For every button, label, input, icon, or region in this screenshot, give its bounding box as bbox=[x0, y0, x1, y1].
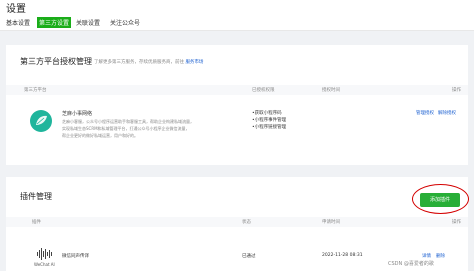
manage-auth-link[interactable]: 管理授权 bbox=[416, 110, 434, 116]
plugin-detail-link[interactable]: 详情 bbox=[422, 253, 431, 259]
auth-col-time: 授权时间 bbox=[322, 88, 340, 93]
plugin-delete-link[interactable]: 删除 bbox=[436, 253, 445, 259]
plugin-col-actions: 操作 bbox=[452, 220, 461, 225]
plugin-col-time: 申请时间 bbox=[322, 220, 340, 225]
plugin-apply-time: 2022-11-28 08:31 bbox=[322, 253, 363, 258]
permission-item: •获取小程序码 bbox=[252, 111, 282, 116]
auth-col-actions: 操作 bbox=[452, 88, 461, 93]
platform-desc-line: 实现私域生态SCRM和私域管理平台，打通公众号小程序企业微信流量， bbox=[62, 126, 190, 131]
plugin-table-header: 插件 状态 申请时间 操作 bbox=[6, 217, 468, 227]
plugin-section-title: 插件管理 bbox=[20, 192, 52, 201]
platform-desc-line: 芝麻小客服，公众号小程序运营助手和客服工具，帮助企业构建私域流量， bbox=[62, 119, 194, 124]
auth-table-header: 第三方平台 已授权权限 授权时间 操作 bbox=[6, 85, 468, 95]
auth-management-card: 第三方平台授权管理 了解更多第三方服务，存续优质服务商，前往 服务市场 第三方平… bbox=[6, 45, 468, 165]
auth-col-permissions: 已授权权限 bbox=[252, 88, 275, 93]
tab-bar: 基本设置 第三方设置 关联设置 关注公众号 bbox=[0, 16, 474, 31]
wechat-ai-label: WeChat AI bbox=[34, 262, 55, 267]
wechat-ai-icon bbox=[34, 245, 56, 260]
revoke-auth-link[interactable]: 解除授权 bbox=[438, 110, 456, 116]
tab-basic-settings[interactable]: 基本设置 bbox=[6, 18, 30, 27]
plugin-management-card: 插件管理 插件 状态 申请时间 操作 微信同声传译 已通过 2022-11-28… bbox=[6, 177, 468, 271]
auth-col-platform: 第三方平台 bbox=[24, 88, 47, 93]
permission-item: •小程序链接管理 bbox=[252, 125, 287, 130]
tab-related-settings[interactable]: 关联设置 bbox=[76, 18, 100, 27]
tab-third-party-settings[interactable]: 第三方设置 bbox=[37, 17, 72, 28]
plugin-status: 已通过 bbox=[242, 254, 256, 259]
page-title: 设置 bbox=[6, 4, 26, 15]
plugin-col-status: 状态 bbox=[242, 220, 251, 225]
auth-section-desc: 了解更多第三方服务，存续优质服务商，前往 服务市场 bbox=[94, 59, 203, 65]
service-market-link[interactable]: 服务市场 bbox=[185, 60, 203, 65]
highlight-annotation bbox=[412, 184, 469, 214]
auth-desc-text: 了解更多第三方服务，存续优质服务商，前往 bbox=[94, 60, 184, 65]
plugin-name: 微信同声传译 bbox=[62, 254, 89, 259]
permission-item: •小程序事件管理 bbox=[252, 118, 287, 123]
platform-logo-icon bbox=[30, 110, 52, 132]
platform-name: 芝麻小事网络 bbox=[62, 111, 93, 117]
watermark: CSDN @喜爱者的歌 bbox=[388, 261, 434, 267]
auth-section-title: 第三方平台授权管理 bbox=[20, 57, 92, 66]
tab-follow-official-account[interactable]: 关注公众号 bbox=[110, 18, 140, 27]
platform-desc-line: 帮企业更好的做好私域运营，用户和好的。 bbox=[62, 133, 138, 138]
plugin-col-plugin: 插件 bbox=[32, 220, 41, 225]
